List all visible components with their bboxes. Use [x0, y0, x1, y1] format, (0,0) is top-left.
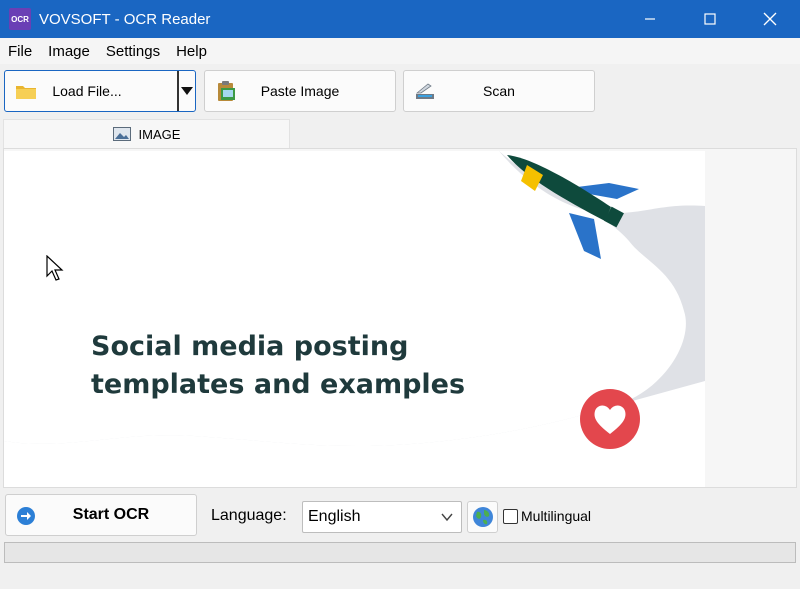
ocr-controls: Start OCR Language: English Multilingual: [0, 490, 800, 540]
tab-image-label: IMAGE: [138, 126, 181, 142]
image-icon: [112, 127, 131, 141]
headline-line-2: templates and examples: [91, 369, 466, 400]
maximize-icon: [704, 13, 716, 25]
heart-badge-icon: [580, 389, 640, 449]
multilingual-checkbox[interactable]: Multilingual: [503, 508, 591, 524]
title-bar: OCR VOVSOFT - OCR Reader: [0, 0, 800, 38]
arrow-right-circle-icon: [17, 507, 35, 525]
mouse-pointer-icon: [46, 255, 64, 281]
image-preview-panel[interactable]: Social media posting templates and examp…: [3, 148, 797, 488]
minimize-icon: [645, 18, 655, 20]
start-ocr-button[interactable]: Start OCR: [5, 494, 197, 536]
scanner-icon: [415, 83, 434, 99]
toolbar: Load File... Paste Image Scan: [0, 64, 800, 118]
maximize-button[interactable]: [680, 0, 740, 38]
menu-bar: File Image Settings Help: [0, 38, 800, 64]
app-icon: OCR: [9, 8, 31, 30]
menu-settings[interactable]: Settings: [98, 43, 168, 60]
menu-help[interactable]: Help: [168, 43, 215, 60]
multilingual-label: Multilingual: [521, 508, 592, 524]
language-select[interactable]: English: [302, 501, 462, 533]
clipboard-image-icon: [218, 81, 235, 101]
tab-strip: IMAGE: [0, 118, 800, 148]
paste-image-button[interactable]: Paste Image: [204, 70, 396, 112]
headline-line-1: Social media posting: [91, 331, 409, 362]
window-title: VOVSOFT - OCR Reader: [39, 10, 211, 28]
language-value: English: [308, 508, 361, 525]
ocr-progress-bar: [4, 542, 796, 563]
multilingual-checkbox-box[interactable]: [503, 508, 518, 524]
globe-icon: [472, 507, 493, 527]
minimize-button[interactable]: [620, 0, 680, 38]
tab-image[interactable]: IMAGE: [3, 119, 290, 148]
folder-icon: [16, 86, 36, 99]
menu-image[interactable]: Image: [40, 43, 98, 60]
chevron-down-icon: [441, 513, 453, 522]
language-label: Language:: [211, 507, 287, 524]
close-button[interactable]: [740, 0, 800, 38]
app-icon-text: OCR: [11, 14, 29, 24]
status-bar: [0, 566, 800, 589]
dropdown-arrow-icon: [181, 87, 193, 95]
language-download-button[interactable]: [467, 501, 498, 533]
image-headline: Social media posting templates and examp…: [91, 328, 465, 404]
rocket-illustration: [507, 155, 639, 259]
menu-file[interactable]: File: [0, 43, 40, 60]
load-file-dropdown[interactable]: [177, 71, 195, 111]
scan-button[interactable]: Scan: [403, 70, 595, 112]
load-file-button[interactable]: Load File...: [4, 70, 196, 112]
close-icon: [763, 12, 777, 26]
window-controls: [620, 0, 800, 38]
image-canvas: Social media posting templates and examp…: [4, 151, 705, 487]
